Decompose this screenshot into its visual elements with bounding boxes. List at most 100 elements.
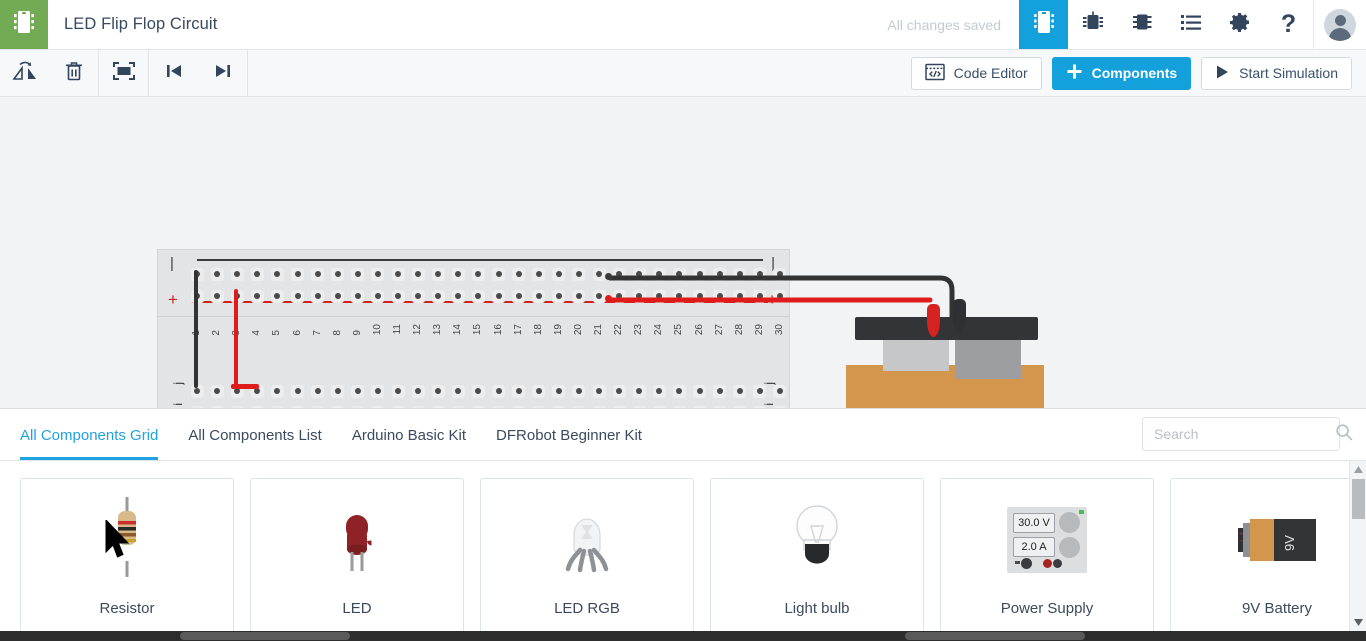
hole-j11[interactable] — [395, 388, 401, 394]
tab-arduino-basic-kit[interactable]: Arduino Basic Kit — [352, 428, 466, 460]
components-button[interactable]: Components — [1051, 56, 1192, 90]
delete-button[interactable] — [49, 50, 98, 96]
tab-dfrobot-beginner-kit[interactable]: DFRobot Beginner Kit — [496, 428, 642, 460]
rail-hole-neg-20[interactable] — [575, 271, 582, 277]
rail-hole-pos-9[interactable] — [354, 293, 361, 299]
schematic-view-button[interactable] — [1068, 0, 1117, 49]
search-input[interactable] — [1154, 426, 1335, 442]
page-horizontal-scrollbar[interactable] — [0, 631, 1366, 641]
hole-j20[interactable] — [575, 388, 582, 394]
hole-j27[interactable] — [716, 388, 723, 394]
start-simulation-button[interactable]: Start Simulation — [1201, 56, 1352, 90]
panel-scroll-thumb[interactable] — [1352, 479, 1365, 519]
rail-hole-neg-9[interactable] — [354, 271, 361, 277]
account-button[interactable] — [1314, 0, 1366, 49]
9v-battery-body: 9V + − — [1238, 517, 1316, 563]
rail-hole-pos-18[interactable] — [535, 293, 542, 299]
rail-minus-label-left: | — [170, 255, 174, 272]
rail-hole-neg-19[interactable] — [555, 271, 562, 277]
pcb-view-button[interactable] — [1117, 0, 1166, 49]
hole-j30[interactable] — [776, 388, 783, 394]
breadboard-column-number: 9 — [351, 330, 363, 336]
rail-hole-neg-8[interactable] — [334, 271, 341, 277]
top-bar: LED Flip Flop Circuit All changes saved — [0, 0, 1366, 50]
component-card-led-rgb[interactable]: LED RGB — [480, 478, 694, 641]
rail-hole-pos-16[interactable] — [495, 293, 502, 299]
hole-j8[interactable] — [334, 388, 341, 394]
circuit-canvas[interactable]: | + | + 12345678910111213141516171819202… — [0, 97, 1366, 409]
rail-hole-pos-19[interactable] — [555, 293, 562, 299]
red-jumper-wire-vertical[interactable] — [234, 289, 238, 388]
step-backward-button[interactable] — [149, 50, 198, 96]
power-supply-body: 30.0 V 2.0 A — [1007, 506, 1087, 573]
breadboard-row-letter: i — [762, 403, 776, 406]
resistor-icon-wrap — [21, 479, 233, 600]
scroll-up-arrow-icon[interactable] — [1350, 461, 1366, 478]
tab-all-components-grid[interactable]: All Components Grid — [20, 428, 159, 460]
hole-j7[interactable] — [314, 388, 321, 394]
rail-hole-neg-18[interactable] — [535, 271, 542, 277]
rail-hole-pos-20[interactable] — [575, 293, 582, 299]
hole-j21[interactable] — [596, 388, 602, 394]
hole-j17[interactable] — [515, 388, 522, 394]
battery-red-clip[interactable] — [927, 304, 940, 337]
hole-j26[interactable] — [696, 388, 703, 394]
search-box[interactable] — [1142, 417, 1353, 451]
rail-hole-neg-16[interactable] — [495, 271, 502, 277]
component-card-power-supply[interactable]: 30.0 V 2.0 A Power Supply — [940, 478, 1154, 641]
avatar — [1324, 8, 1356, 41]
rail-hole-neg-6[interactable] — [294, 271, 301, 277]
hole-j10[interactable] — [374, 388, 381, 394]
help-button[interactable]: ? — [1264, 0, 1313, 49]
hole-j9[interactable] — [354, 388, 361, 394]
hole-j6[interactable] — [294, 388, 301, 394]
breadboard-column-number: 10 — [371, 324, 383, 336]
breadboard-column-number: 15 — [472, 324, 484, 336]
breadboard-row-letter: i — [171, 403, 185, 406]
list-view-button[interactable] — [1166, 0, 1215, 49]
step-forward-button[interactable] — [198, 50, 247, 96]
red-jumper-wire-horizontal[interactable] — [231, 384, 259, 389]
hole-j1[interactable] — [194, 388, 200, 394]
hole-j19[interactable] — [555, 388, 562, 394]
panel-vertical-scrollbar[interactable] — [1349, 461, 1366, 631]
component-card-resistor[interactable]: Resistor — [20, 478, 234, 641]
rail-hole-neg-7[interactable] — [314, 271, 321, 277]
app-logo-button[interactable] — [0, 0, 48, 49]
rail-plus-label-left: + — [168, 290, 178, 309]
component-card-light-bulb[interactable]: Light bulb — [710, 478, 924, 641]
rail-hole-pos-17[interactable] — [515, 293, 522, 299]
component-card-led[interactable]: LED — [250, 478, 464, 641]
battery-black-clip[interactable] — [953, 299, 966, 332]
horizontal-scroll-thumb-secondary[interactable] — [905, 632, 1085, 640]
hole-j28[interactable] — [736, 388, 743, 394]
rail-hole-neg-11[interactable] — [395, 271, 401, 277]
hole-j16[interactable] — [495, 388, 502, 394]
rail-hole-pos-6[interactable] — [294, 293, 301, 299]
rail-hole-pos-10[interactable] — [374, 293, 381, 299]
scroll-down-arrow-icon[interactable] — [1350, 614, 1366, 631]
breadboard-view-button[interactable] — [1019, 0, 1068, 49]
rail-hole-pos-7[interactable] — [314, 293, 321, 299]
code-editor-button[interactable]: Code Editor — [910, 56, 1042, 90]
app-root: LED Flip Flop Circuit All changes saved — [0, 0, 1366, 641]
hole-j29[interactable] — [756, 388, 763, 394]
rail-hole-pos-11[interactable] — [395, 293, 401, 299]
fit-to-screen-button[interactable] — [99, 50, 148, 96]
rail-hole-neg-10[interactable] — [374, 271, 381, 277]
rail-hole-pos-8[interactable] — [334, 293, 341, 299]
search-icon[interactable] — [1335, 423, 1353, 446]
document-title-wrap[interactable]: LED Flip Flop Circuit — [48, 0, 887, 49]
components-grid: Resistor LED LED RGB Light bulb 30.0 V 2… — [0, 461, 1366, 641]
component-card-9v-battery[interactable]: 9V + − 9V Battery — [1170, 478, 1366, 641]
rail-hole-neg-17[interactable] — [515, 271, 522, 277]
black-jumper-wire[interactable] — [194, 270, 198, 388]
breadboard-column-number: 2 — [211, 330, 223, 336]
hole-j18[interactable] — [535, 388, 542, 394]
tab-label: DFRobot Beginner Kit — [496, 427, 642, 444]
settings-button[interactable] — [1215, 0, 1264, 49]
toolbar-divider — [247, 50, 248, 96]
horizontal-scroll-thumb[interactable] — [180, 632, 350, 640]
tab-all-components-list[interactable]: All Components List — [188, 428, 321, 460]
rotate-flip-button[interactable] — [0, 50, 49, 96]
